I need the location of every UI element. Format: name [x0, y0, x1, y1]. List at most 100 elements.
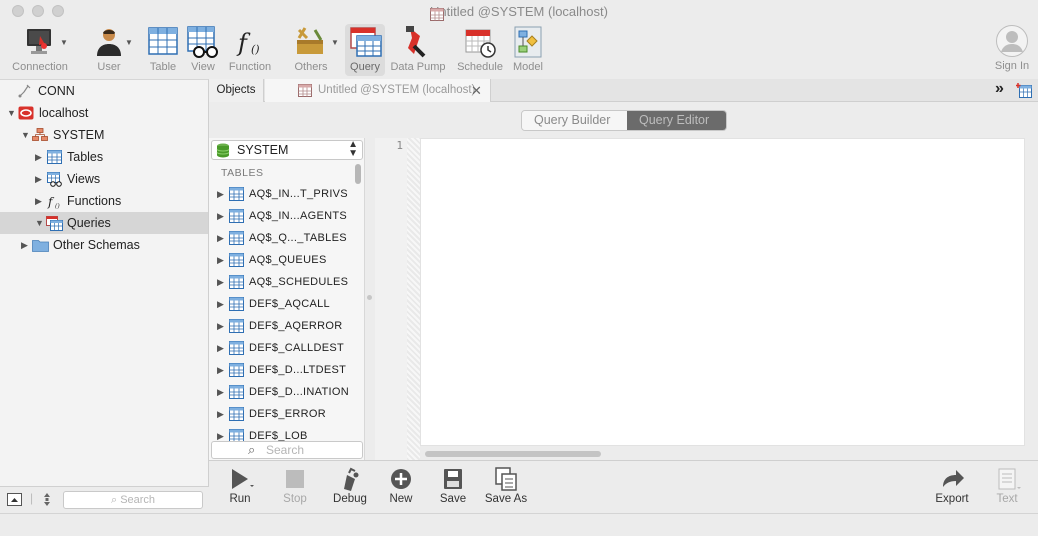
- function-label: Function: [228, 61, 272, 73]
- line-number: 1: [396, 139, 403, 152]
- sign-in-button[interactable]: Sign In: [992, 24, 1032, 72]
- disclosure-closed-icon[interactable]: ▶: [217, 381, 224, 403]
- tree-item-system[interactable]: ▼ SYSTEM: [0, 124, 208, 146]
- database-icon: [216, 143, 230, 158]
- schema-select[interactable]: SYSTEM ▲ ▼: [211, 140, 363, 160]
- view-button[interactable]: View: [185, 24, 221, 76]
- svg-text:f: f: [47, 195, 55, 209]
- table-button[interactable]: Table: [145, 24, 181, 76]
- disclosure-closed-icon[interactable]: ▶: [35, 168, 42, 190]
- table-list-item[interactable]: ▶ AQ$_IN...T_PRIVS: [209, 183, 353, 205]
- stop-button[interactable]: Stop: [280, 465, 310, 505]
- disclosure-closed-icon[interactable]: ▶: [217, 337, 224, 359]
- table-list-item[interactable]: ▶ DEF$_D...LTDEST: [209, 359, 353, 381]
- object-list-scrollbar[interactable]: [354, 162, 363, 435]
- disclosure-closed-icon[interactable]: ▶: [35, 146, 42, 168]
- new-query-tab-icon[interactable]: [1016, 83, 1032, 98]
- table-list-item[interactable]: ▶ DEF$_AQERROR: [209, 315, 353, 337]
- tree-item-functions[interactable]: ▶ f() Functions: [0, 190, 208, 212]
- sign-in-label: Sign In: [994, 60, 1030, 72]
- disclosure-open-icon[interactable]: ▼: [35, 212, 44, 234]
- save-button[interactable]: Save: [439, 465, 467, 505]
- table-icon: [229, 363, 244, 377]
- object-search-input[interactable]: ⌕ Search: [211, 441, 363, 459]
- svg-text:f: f: [236, 29, 251, 57]
- connection-icon: [22, 24, 58, 60]
- tree-label: Queries: [67, 216, 111, 230]
- play-icon: [226, 465, 254, 493]
- stop-icon: [281, 465, 309, 493]
- tree-label: CONN: [38, 84, 75, 98]
- query-actions-toolbar: Run Stop Debug New Save Save As Export T…: [209, 460, 1038, 513]
- disclosure-open-icon[interactable]: ▼: [7, 102, 16, 124]
- connection-tree: CONN ▼ localhost ▼ SYSTEM ▶ Tables ▶ Vie…: [0, 79, 209, 513]
- sidebar-search-input[interactable]: ⌕ Search: [63, 491, 203, 509]
- disclosure-closed-icon[interactable]: ▶: [217, 271, 224, 293]
- disclosure-closed-icon[interactable]: ▶: [217, 205, 224, 227]
- model-button[interactable]: Model: [510, 24, 546, 76]
- new-label: New: [389, 493, 413, 505]
- table-list-item[interactable]: ▶ DEF$_CALLDEST: [209, 337, 353, 359]
- table-name: DEF$_D...INATION: [249, 386, 349, 398]
- close-tab-icon[interactable]: ✕: [471, 79, 482, 102]
- avatar-icon: [995, 24, 1029, 58]
- tab-objects[interactable]: Objects: [209, 79, 264, 102]
- query-icon: [46, 216, 63, 231]
- table-list-item[interactable]: ▶ AQ$_QUEUES: [209, 249, 353, 271]
- sql-editor[interactable]: [420, 138, 1025, 446]
- app-window: Untitled @SYSTEM (localhost) ▼ Connectio…: [0, 0, 1038, 536]
- tree-item-queries[interactable]: ▼ Queries: [0, 212, 208, 234]
- toggle-panel-icon[interactable]: [7, 493, 22, 506]
- debug-button[interactable]: Debug: [331, 465, 369, 505]
- tab-untitled-query[interactable]: Untitled @SYSTEM (localhost) ✕: [265, 79, 491, 102]
- disclosure-closed-icon[interactable]: ▶: [217, 227, 224, 249]
- search-icon: ⌕: [110, 494, 118, 506]
- table-list-item[interactable]: ▶ AQ$_Q..._TABLES: [209, 227, 353, 249]
- connection-button[interactable]: ▼ Connection: [8, 24, 72, 76]
- user-button[interactable]: ▼ User: [86, 24, 133, 76]
- tree-item-views[interactable]: ▶ Views: [0, 168, 208, 190]
- others-button[interactable]: ▼ Others: [288, 24, 339, 76]
- function-button[interactable]: f() Function: [225, 24, 275, 76]
- query-builder-tab[interactable]: Query Builder: [522, 111, 627, 130]
- run-button[interactable]: Run: [223, 465, 257, 505]
- table-list-item[interactable]: ▶ AQ$_SCHEDULES: [209, 271, 353, 293]
- table-list-item[interactable]: ▶ DEF$_D...INATION: [209, 381, 353, 403]
- disclosure-closed-icon[interactable]: ▶: [217, 183, 224, 205]
- more-tabs-icon[interactable]: »: [995, 80, 1004, 98]
- query-button[interactable]: Query: [345, 24, 385, 76]
- main-toolbar: ▼ Connection ▼ User Table View f() Funct…: [0, 22, 1038, 78]
- status-bar: [0, 513, 1038, 536]
- tree-label: Other Schemas: [53, 238, 140, 252]
- oracle-icon: [18, 106, 34, 120]
- filter-icon[interactable]: [42, 492, 52, 507]
- export-button[interactable]: Export: [933, 465, 971, 505]
- table-list-item[interactable]: ▶ DEF$_ERROR: [209, 403, 353, 425]
- disclosure-closed-icon[interactable]: ▶: [217, 359, 224, 381]
- disclosure-closed-icon[interactable]: ▶: [217, 293, 224, 315]
- disclosure-closed-icon[interactable]: ▶: [21, 234, 28, 256]
- text-document-icon: [993, 465, 1021, 493]
- new-button[interactable]: New: [387, 465, 415, 505]
- export-label: Export: [935, 493, 969, 505]
- text-view-button[interactable]: Text: [993, 465, 1021, 505]
- save-as-button[interactable]: Save As: [483, 465, 529, 505]
- tree-item-tables[interactable]: ▶ Tables: [0, 146, 208, 168]
- table-list-item[interactable]: ▶ DEF$_AQCALL: [209, 293, 353, 315]
- disclosure-closed-icon[interactable]: ▶: [217, 403, 224, 425]
- editor-horizontal-scrollbar[interactable]: [425, 451, 601, 457]
- tree-item-other-schemas[interactable]: ▶ Other Schemas: [0, 234, 208, 256]
- panel-splitter[interactable]: [366, 138, 374, 460]
- disclosure-open-icon[interactable]: ▼: [21, 124, 30, 146]
- data-pump-button[interactable]: Data Pump: [388, 24, 448, 76]
- query-editor-tab[interactable]: Query Editor: [627, 111, 726, 130]
- table-icon: [229, 385, 244, 399]
- disclosure-closed-icon[interactable]: ▶: [217, 249, 224, 271]
- schedule-button[interactable]: Schedule: [454, 24, 506, 76]
- tree-item-conn[interactable]: CONN: [0, 80, 208, 102]
- disclosure-closed-icon[interactable]: ▶: [35, 190, 42, 212]
- table-list-item[interactable]: ▶ AQ$_IN...AGENTS: [209, 205, 353, 227]
- scrollbar-thumb[interactable]: [355, 164, 361, 184]
- disclosure-closed-icon[interactable]: ▶: [217, 315, 224, 337]
- tree-item-localhost[interactable]: ▼ localhost: [0, 102, 208, 124]
